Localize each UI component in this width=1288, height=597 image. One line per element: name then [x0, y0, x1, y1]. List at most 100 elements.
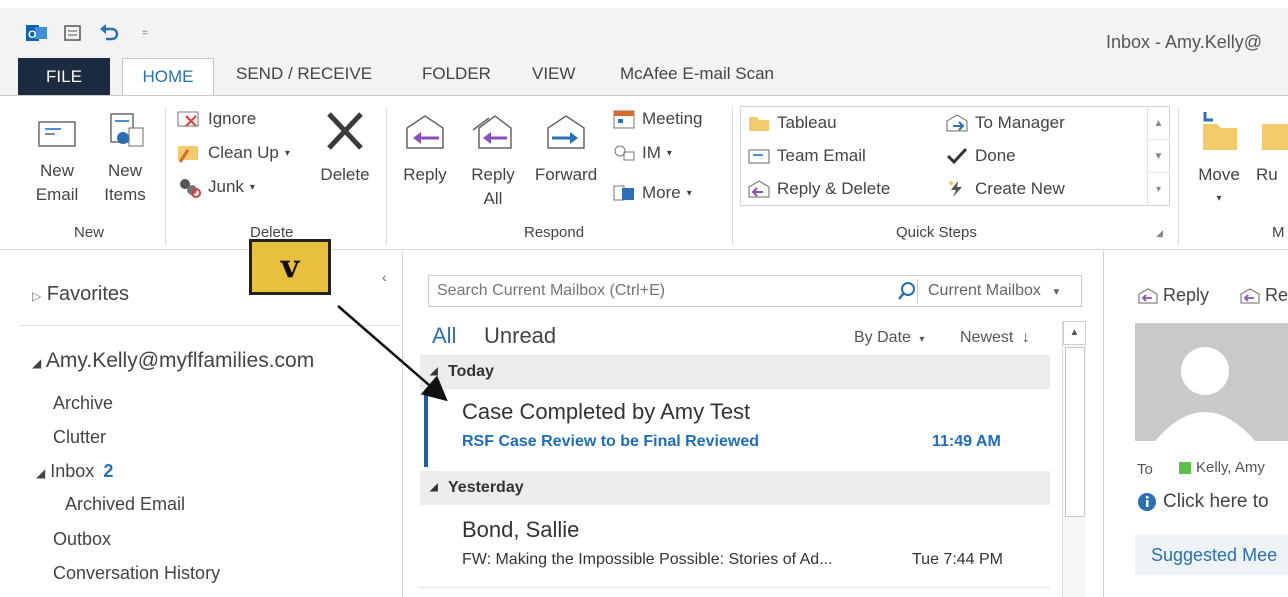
clean-up-label: Clean Up — [208, 143, 279, 162]
move-folder-icon — [1203, 112, 1237, 150]
message-subject: RSF Case Review to be Final Reviewed — [462, 433, 759, 450]
undo-icon[interactable] — [98, 22, 120, 44]
quick-step-reply-delete[interactable]: Reply & Delete — [747, 179, 890, 199]
scroll-down-icon[interactable]: ▼ — [1148, 140, 1169, 173]
reply-envelope-icon — [748, 180, 770, 198]
sort-by-label: By Date — [854, 329, 911, 346]
group-separator — [732, 108, 733, 246]
search-box[interactable]: Current Mailbox ▼ — [428, 275, 1082, 307]
reply-label: Reply — [1163, 285, 1210, 305]
reply-all-label: Re — [1265, 285, 1288, 305]
tab-file[interactable]: FILE — [18, 58, 110, 96]
folder-archived-email[interactable]: Archived Email — [65, 494, 185, 515]
search-scope-dropdown[interactable]: Current Mailbox ▼ — [917, 279, 1061, 303]
group-label-respond: Respond — [524, 224, 585, 241]
tab-folder[interactable]: FOLDER — [422, 52, 491, 96]
folder-inbox[interactable]: ◢ Inbox 2 — [36, 461, 113, 482]
expand-arrow-icon: ▷ — [32, 289, 42, 303]
reading-pane: Reply Re To Kelly, Amy Click here to Sug… — [1105, 251, 1288, 597]
scrollbar-thumb[interactable] — [1065, 347, 1085, 517]
message-item[interactable]: Bond, Sallie FW: Making the Impossible P… — [420, 505, 1050, 587]
collapse-pane-icon[interactable]: ‹ — [382, 269, 387, 285]
inbox-label: Inbox — [50, 461, 95, 481]
account-folder[interactable]: ◢ Amy.Kelly@myflfamilies.com — [32, 349, 314, 373]
forward-icon — [547, 115, 585, 149]
junk-button[interactable]: Junk ▾ — [176, 176, 255, 198]
quick-step-tableau[interactable]: Tableau — [747, 113, 837, 133]
filter-unread[interactable]: Unread — [484, 323, 556, 349]
reading-reply-button[interactable]: Reply — [1137, 285, 1209, 306]
message-list-scrollbar[interactable]: ▲ — [1062, 321, 1086, 597]
avatar — [1135, 323, 1288, 441]
reply-all-button[interactable]: Reply All — [462, 108, 524, 211]
scroll-up-icon[interactable]: ▲ — [1063, 321, 1086, 345]
tab-send-receive[interactable]: SEND / RECEIVE — [236, 52, 372, 96]
folder-archive[interactable]: Archive — [53, 393, 113, 414]
message-item[interactable]: Case Completed by Amy Test RSF Case Revi… — [420, 389, 1050, 471]
dialog-launcher-icon[interactable]: ◢ — [1156, 228, 1163, 239]
search-input[interactable] — [437, 282, 857, 300]
sort-by-dropdown[interactable]: By Date ▾ — [854, 329, 924, 347]
forward-envelope-icon — [946, 114, 968, 132]
filter-all[interactable]: All — [432, 323, 456, 349]
clean-up-icon — [178, 146, 198, 163]
chevron-down-icon: ▾ — [284, 147, 290, 159]
send-receive-icon[interactable] — [62, 22, 84, 44]
reply-icon — [406, 115, 444, 149]
forward-button[interactable]: Forward — [528, 108, 604, 187]
sort-order-toggle[interactable]: Newest ↓ — [960, 329, 1030, 347]
favorites-label: Favorites — [46, 283, 130, 305]
ignore-button[interactable]: Ignore — [176, 108, 256, 130]
favorites-toggle[interactable]: ▷ Favorites — [32, 283, 129, 306]
chevron-down-icon: ▾ — [249, 181, 255, 193]
collapse-arrow-icon: ◢ — [430, 366, 438, 377]
suggested-meetings[interactable]: Suggested Mee — [1135, 535, 1288, 575]
quick-step-create-new[interactable]: Create New — [945, 179, 1065, 199]
folder-outbox[interactable]: Outbox — [53, 529, 111, 550]
meeting-button[interactable]: Meeting — [612, 108, 702, 130]
reading-reply-all-button[interactable]: Re — [1239, 285, 1288, 306]
group-header-today[interactable]: ◢ Today — [420, 355, 1050, 389]
rules-label: Ru — [1256, 165, 1278, 184]
more-respond-button[interactable]: More ▾ — [612, 182, 692, 204]
reply-button[interactable]: Reply — [394, 108, 456, 187]
checkmark-icon — [946, 147, 968, 165]
im-button[interactable]: IM ▾ — [612, 142, 672, 164]
group-header-label: Yesterday — [448, 479, 524, 496]
quick-step-team-email[interactable]: Team Email — [747, 146, 866, 166]
ribbon-tabs: FILE HOME SEND / RECEIVE FOLDER VIEW McA… — [0, 52, 1288, 97]
delete-button[interactable]: Delete — [312, 108, 378, 187]
group-header-label: Today — [448, 363, 494, 380]
window-title: Inbox - Amy.Kelly@ — [1106, 32, 1262, 52]
info-icon — [1138, 493, 1156, 511]
folder-clutter[interactable]: Clutter — [53, 427, 106, 448]
quick-step-to-manager[interactable]: To Manager — [945, 113, 1065, 133]
search-icon[interactable] — [897, 281, 917, 301]
quick-steps-scroll[interactable]: ▲ ▼ ▾ — [1147, 107, 1169, 205]
outlook-icon[interactable]: O — [26, 22, 48, 44]
rules-button[interactable]: Ru — [1256, 108, 1288, 187]
customize-icon[interactable]: = — [134, 22, 156, 44]
tab-view[interactable]: VIEW — [532, 52, 575, 96]
quick-step-done[interactable]: Done — [945, 146, 1016, 166]
reply-all-label: Reply All — [471, 165, 515, 208]
new-items-button[interactable]: New Items — [92, 108, 158, 207]
info-bar[interactable]: Click here to — [1137, 491, 1269, 513]
group-label-quick-steps: Quick Steps — [896, 224, 977, 241]
message-subject: FW: Making the Impossible Possible: Stor… — [462, 551, 833, 568]
scroll-up-icon[interactable]: ▲ — [1148, 107, 1169, 140]
group-header-yesterday[interactable]: ◢ Yesterday — [420, 471, 1050, 505]
new-email-label: New Email — [35, 161, 79, 204]
clean-up-button[interactable]: Clean Up ▾ — [176, 142, 290, 164]
expand-gallery-icon[interactable]: ▾ — [1148, 173, 1169, 206]
chevron-down-icon: ▼ — [1051, 287, 1062, 298]
recipient[interactable]: Kelly, Amy — [1179, 459, 1265, 476]
move-button[interactable]: Move ▾ — [1188, 108, 1250, 211]
folder-conversation-history[interactable]: Conversation History — [53, 563, 220, 584]
tab-mcafee[interactable]: McAfee E-mail Scan — [620, 52, 774, 96]
more-label: More — [642, 183, 681, 202]
new-email-button[interactable]: New Email — [26, 108, 88, 207]
tab-home[interactable]: HOME — [122, 58, 214, 97]
reply-envelope-icon — [1138, 287, 1158, 303]
new-items-label: New Items — [104, 161, 146, 204]
